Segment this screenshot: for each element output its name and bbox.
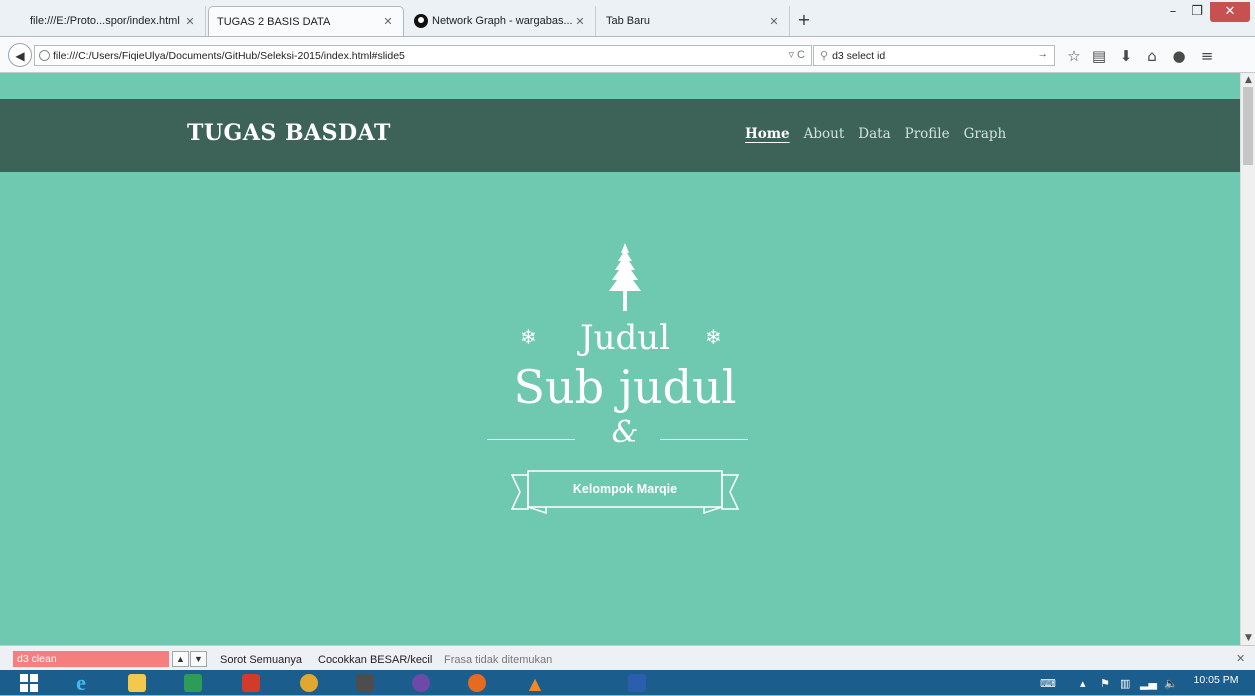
sublime-text-icon[interactable] [350,672,380,694]
home-icon[interactable]: ⌂ [1141,46,1163,66]
find-next-icon[interactable]: ▼ [190,651,207,667]
hero-subtitle: Sub judul [513,360,737,414]
tab-title: file:///E:/Proto...spor/index.html [30,15,180,27]
url-bar[interactable]: file:///C:/Users/FiqieUlya/Documents/Git… [34,45,812,66]
hero-ampersand: & [611,415,639,450]
close-icon[interactable]: ✕ [767,15,781,28]
volume-icon[interactable]: 🔈 [1164,677,1178,690]
divider-right [660,439,748,440]
page-viewport: TUGAS BASDAT Home About Data Profile Gra… [0,73,1240,645]
tray-expand-icon[interactable]: ▴ [1080,677,1086,690]
tab-proto[interactable]: file:///E:/Proto...spor/index.html ✕ [22,6,206,36]
store-icon[interactable] [178,672,208,694]
back-icon[interactable]: ◀ [8,43,32,67]
search-icon: ⚲ [820,50,829,62]
page-scrollbar[interactable]: ▲ ▼ [1240,73,1255,645]
close-icon[interactable]: ✕ [1236,652,1245,665]
firefox-icon[interactable] [462,672,492,694]
vlc-icon[interactable]: ▲ [520,672,550,694]
tab-strip: file:///E:/Proto...spor/index.html ✕ TUG… [0,0,1255,37]
divider-left [487,439,575,440]
signal-icon[interactable]: ▂▄ [1140,677,1157,690]
tab-tab-baru[interactable]: Tab Baru ✕ [598,6,790,36]
pine-tree-icon [609,243,641,311]
close-icon[interactable]: ✕ [573,15,587,28]
menu-item-graph[interactable]: Graph [964,126,1007,142]
find-status: Frasa tidak ditemukan [444,654,553,666]
internet-explorer-icon[interactable]: e [66,670,96,695]
minimize-icon[interactable]: – [1160,2,1186,22]
navigation-toolbar: ◀ file:///C:/Users/FiqieUlya/Documents/G… [0,37,1255,73]
taskbar: e ▲ ⌨ ▴ ⚑ ▥ ▂▄ 🔈 10:05 PM [0,670,1255,695]
search-go-icon[interactable]: → [1038,48,1049,60]
word-icon[interactable] [622,672,652,694]
github-icon [414,14,428,28]
tab-network-graph[interactable]: Network Graph - wargabas... ✕ [406,6,596,36]
find-previous-icon[interactable]: ▲ [172,651,189,667]
menu-icon[interactable]: ≡ [1196,46,1218,66]
bookmark-star-icon[interactable]: ☆ [1063,46,1085,66]
scroll-down-icon[interactable]: ▼ [1241,631,1255,645]
menu-item-data[interactable]: Data [858,126,890,142]
menu-item-about[interactable]: About [804,126,845,142]
chrome-icon[interactable] [294,672,324,694]
search-input[interactable]: ⚲ d3 select id → [813,45,1055,66]
reading-list-icon[interactable]: ▤ [1088,46,1110,66]
download-icon[interactable]: ⬇ [1115,46,1137,66]
tab-tugas[interactable]: TUGAS 2 BASIS DATA ✕ [208,6,404,36]
url-text: file:///C:/Users/FiqieUlya/Documents/Git… [53,49,405,62]
flag-icon[interactable]: ⚑ [1100,677,1110,690]
tab-title: TUGAS 2 BASIS DATA [217,15,331,28]
new-tab-button[interactable]: + [796,10,812,30]
window-close-icon[interactable]: ✕ [1210,2,1250,22]
close-icon[interactable]: ✕ [183,15,197,28]
site-menu: Home About Data Profile Graph [745,126,1020,142]
keyboard-icon[interactable]: ⌨ [1040,677,1056,690]
site-header: TUGAS BASDAT Home About Data Profile Gra… [0,99,1240,172]
menu-item-home[interactable]: Home [745,126,790,142]
restore-icon[interactable]: ❐ [1184,2,1210,22]
search-value: d3 select id [832,49,886,62]
file-explorer-icon[interactable] [122,672,152,694]
hero-badge: ❄ ❄ Judul Sub judul & Kelompok Marqie [470,233,780,533]
find-input[interactable]: d3 clean [13,651,169,667]
ribbon-label: Kelompok Marqie [572,482,678,496]
reload-icon[interactable]: ▿ C [788,48,805,61]
network-icon[interactable]: ▥ [1120,677,1130,690]
scroll-up-icon[interactable]: ▲ [1241,73,1255,87]
find-bar: d3 clean ▲ ▼ Sorot Semuanya Cocokkan BES… [0,645,1255,671]
menu-item-profile[interactable]: Profile [905,126,950,142]
tab-title: Network Graph - wargabas... [432,15,573,27]
tab-title: Tab Baru [606,15,651,27]
match-case-option[interactable]: Cocokkan BESAR/kecil [318,654,432,666]
highlight-all-option[interactable]: Sorot Semuanya [220,654,302,666]
globe-icon [39,50,50,61]
site-brand[interactable]: TUGAS BASDAT [187,120,391,146]
chat-icon[interactable]: ● [1168,46,1190,66]
hero-title: Judul [579,318,671,358]
adobe-icon[interactable] [236,672,266,694]
close-icon[interactable]: ✕ [381,15,395,28]
taskbar-clock[interactable]: 10:05 PM [1186,674,1246,686]
windows-start-icon[interactable] [16,672,42,694]
scroll-thumb[interactable] [1243,87,1253,165]
github-desktop-icon[interactable] [406,672,436,694]
